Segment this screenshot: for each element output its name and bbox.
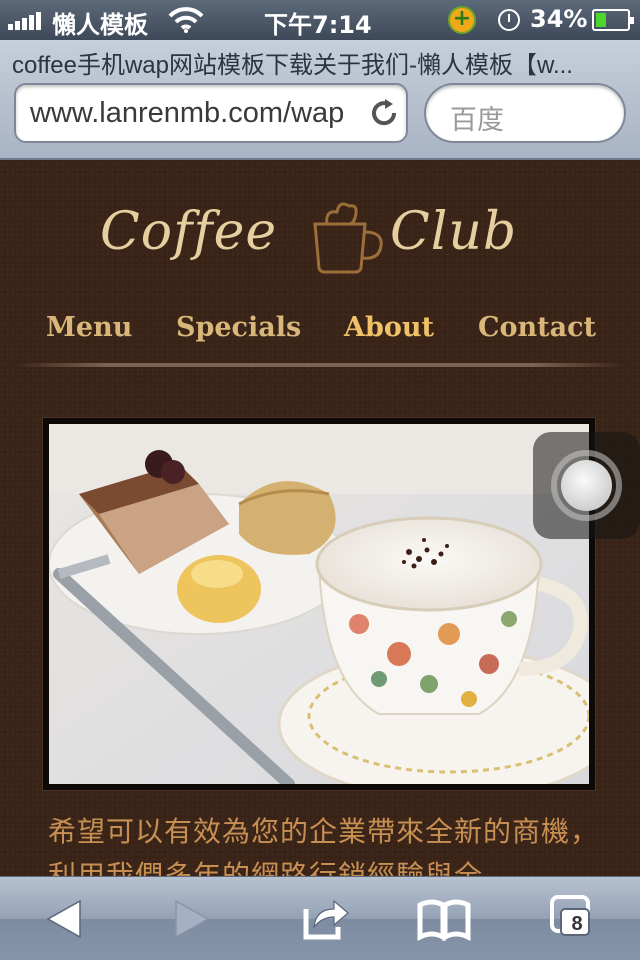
browser-toolbar bbox=[0, 876, 640, 960]
nav-item-about[interactable]: About bbox=[344, 312, 434, 343]
logo-word-right: Club bbox=[390, 202, 518, 262]
signal-bars-icon bbox=[8, 10, 41, 30]
address-bar[interactable]: www.lanrenmb.com/wap bbox=[14, 83, 408, 143]
hero-image-frame bbox=[42, 417, 596, 791]
url-text[interactable]: www.lanrenmb.com/wap bbox=[30, 97, 360, 130]
alarm-icon bbox=[498, 9, 520, 31]
assistive-touch-button[interactable] bbox=[533, 432, 640, 539]
logo-word-left: Coffee bbox=[100, 202, 278, 262]
tab-count-badge[interactable]: 8 bbox=[560, 908, 590, 936]
tab-count: 8 bbox=[571, 913, 583, 935]
page-title: coffee手机wap网站模板下载关于我们-懶人模板【w... bbox=[12, 52, 573, 79]
battery-level bbox=[596, 13, 606, 27]
search-field[interactable]: 百度 bbox=[424, 83, 626, 143]
status-time: 下午7:14 bbox=[264, 11, 372, 39]
share-icon[interactable] bbox=[292, 887, 356, 951]
bookmarks-icon[interactable] bbox=[412, 887, 476, 951]
carrier-name: 懶人模板 bbox=[52, 11, 148, 39]
web-page: Coffee Club Menu Specials About Contact bbox=[0, 162, 640, 876]
battery-percent: 34% bbox=[530, 5, 588, 33]
nav-item-contact[interactable]: Contact bbox=[478, 312, 596, 343]
reload-icon[interactable] bbox=[368, 97, 400, 129]
browser-top-bar: coffee手机wap网站模板下载关于我们-懶人模板【w... www.lanr… bbox=[0, 40, 640, 160]
status-bar: 懶人模板 下午7:14 + 34% bbox=[0, 0, 640, 40]
nav-divider bbox=[16, 363, 624, 367]
nav-item-specials[interactable]: Specials bbox=[176, 312, 301, 343]
intro-text: 希望可以有效為您的企業帶來全新的商機，利用我們多年的網路行銷經驗與全 bbox=[48, 815, 600, 876]
forward-arrow-icon[interactable] bbox=[160, 887, 224, 951]
coffee-cup-icon bbox=[313, 202, 383, 274]
nav-item-menu[interactable]: Menu bbox=[46, 312, 132, 343]
plus-badge-icon: + bbox=[448, 6, 476, 34]
back-arrow-icon[interactable] bbox=[32, 887, 96, 951]
assistive-dot-icon bbox=[561, 460, 612, 511]
search-placeholder: 百度 bbox=[450, 105, 504, 136]
wifi-icon bbox=[168, 7, 204, 33]
battery-icon bbox=[592, 9, 634, 31]
coffee-club-logo[interactable]: Coffee Club bbox=[100, 198, 540, 278]
coffee-cake-photo bbox=[49, 424, 589, 784]
